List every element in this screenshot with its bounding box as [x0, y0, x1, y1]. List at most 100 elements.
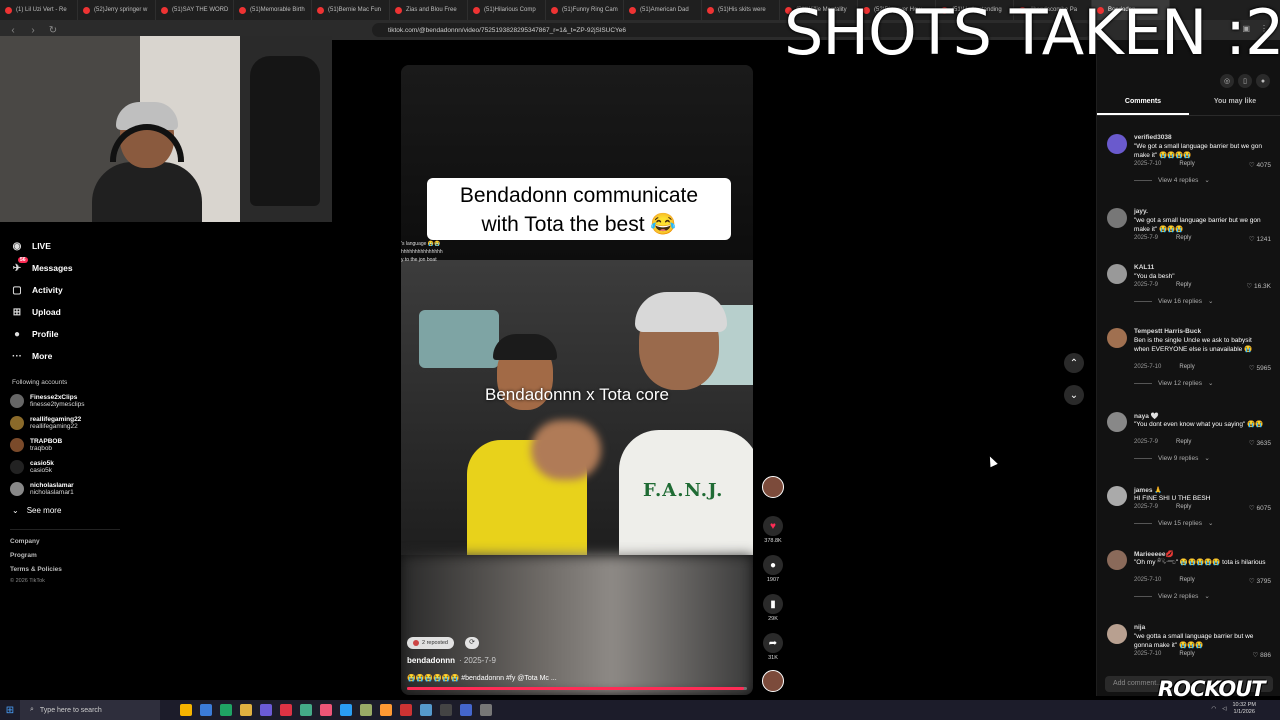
avatar[interactable] — [1107, 264, 1127, 284]
following-account[interactable]: casio5k casio5k — [10, 460, 54, 474]
comment-username[interactable]: james 🙏 — [1134, 486, 1162, 494]
reposted-badge[interactable]: 2 reposted — [407, 637, 454, 649]
browser-tab[interactable]: (51)Funny Ring Cam — [546, 0, 624, 20]
app-icon[interactable] — [200, 704, 212, 716]
comment-username[interactable]: nija — [1134, 624, 1145, 631]
following-account[interactable]: reallifegaming22 reallifegaming22 — [10, 416, 81, 430]
sidebar-item-live[interactable]: ◉ LIVE — [10, 238, 51, 254]
app-icon[interactable] — [280, 704, 292, 716]
compass-icon[interactable]: ◎ — [1220, 74, 1234, 88]
comment-like-button[interactable]: ♡ 3635 — [1249, 439, 1271, 447]
app-icon[interactable] — [240, 704, 252, 716]
volume-icon[interactable]: ◁ — [1222, 706, 1226, 712]
app-icon[interactable] — [360, 704, 372, 716]
avatar[interactable] — [1107, 412, 1127, 432]
view-replies-button[interactable]: View 4 replies ⌄ — [1134, 176, 1210, 184]
browser-tab[interactable]: (1) Lil Uzi Vert - Re — [0, 0, 78, 20]
avatar[interactable] — [1107, 208, 1127, 228]
back-icon[interactable]: ‹ — [6, 23, 20, 37]
app-icon[interactable] — [180, 704, 192, 716]
browser-tab[interactable]: (51)His skits were — [702, 0, 780, 20]
comment-username[interactable]: Tempestt Harris-Buck — [1134, 328, 1201, 335]
reply-button[interactable]: Reply — [1179, 364, 1194, 370]
comment-like-button[interactable]: ♡ 886 — [1253, 651, 1272, 659]
browser-tab[interactable]: (51)Bernie Mac Fun — [312, 0, 390, 20]
repost-icon[interactable]: ⟳ — [465, 637, 479, 649]
comment-like-button[interactable]: ♡ 3795 — [1249, 577, 1271, 585]
sidebar-item-activity[interactable]: ▢ Activity — [10, 282, 62, 298]
profile-avatar-icon[interactable]: ● — [1256, 74, 1270, 88]
comment-username[interactable]: Marieeeee💋 — [1134, 550, 1174, 558]
app-icon[interactable] — [260, 704, 272, 716]
comment-like-button[interactable]: ♡ 6075 — [1249, 504, 1271, 512]
like-button[interactable]: ♥ 378.8K — [760, 516, 786, 544]
app-icon[interactable] — [380, 704, 392, 716]
share-button[interactable]: ➦ 31K — [760, 633, 786, 661]
sidebar-item-upload[interactable]: ⊞ Upload — [10, 304, 61, 320]
comment-username[interactable]: verified3038 — [1134, 134, 1172, 141]
reply-button[interactable]: Reply — [1179, 161, 1194, 167]
reply-button[interactable]: Reply — [1176, 439, 1191, 445]
browser-tab[interactable]: Zias and Blou Free — [390, 0, 468, 20]
video-player[interactable]: F.A.N.J. 's language 😭😭 hhhhhhhhhhhhhhh … — [401, 65, 753, 695]
footer-link-program[interactable]: Program — [10, 552, 37, 559]
browser-tab[interactable]: (51)SAY THE WORD — [156, 0, 234, 20]
browser-tab[interactable]: (51)American Dad — [624, 0, 702, 20]
browser-tab[interactable]: (51)Hilarious Comp — [468, 0, 546, 20]
creator-avatar-button[interactable] — [760, 476, 786, 498]
following-account[interactable]: Finesse2xClips finesse2tymesclips — [10, 394, 85, 408]
device-icon[interactable]: ▯ — [1238, 74, 1252, 88]
wifi-icon[interactable]: ◠ — [1211, 706, 1216, 712]
reply-button[interactable]: Reply — [1179, 651, 1194, 657]
avatar[interactable] — [1107, 550, 1127, 570]
app-icon[interactable] — [340, 704, 352, 716]
app-icon[interactable] — [460, 704, 472, 716]
footer-link-terms[interactable]: Terms & Policies — [10, 566, 62, 573]
sidebar-item-more[interactable]: ··· More — [10, 348, 52, 364]
taskbar-search[interactable]: ⌕ Type here to search — [20, 700, 160, 720]
previous-video-button[interactable]: ⌃ — [1064, 353, 1084, 373]
view-replies-button[interactable]: View 16 replies ⌄ — [1134, 297, 1213, 305]
app-icon[interactable] — [220, 704, 232, 716]
comment-like-button[interactable]: ♡ 1241 — [1249, 235, 1271, 243]
comment-username[interactable]: naya 🤍 — [1134, 412, 1159, 420]
app-icon[interactable] — [320, 704, 332, 716]
sidebar-item-messages[interactable]: ✈ 56 Messages — [10, 257, 73, 276]
system-clock[interactable]: 10:32 PM 1/1/2026 — [1232, 702, 1256, 716]
view-replies-button[interactable]: View 12 replies ⌄ — [1134, 379, 1213, 387]
avatar[interactable] — [1107, 134, 1127, 154]
video-progress-bar[interactable] — [407, 687, 747, 690]
comment-button[interactable]: ● 1907 — [760, 555, 786, 583]
tab-you-may-like[interactable]: You may like — [1189, 98, 1280, 115]
view-replies-button[interactable]: View 2 replies ⌄ — [1134, 592, 1210, 600]
app-icon[interactable] — [440, 704, 452, 716]
see-more-button[interactable]: ⌄ See more — [12, 506, 61, 515]
reply-button[interactable]: Reply — [1176, 504, 1191, 510]
reload-icon[interactable]: ↻ — [46, 23, 60, 37]
reply-button[interactable]: Reply — [1179, 577, 1194, 583]
following-account[interactable]: TRAPBOB traqbob — [10, 438, 62, 452]
browser-tab[interactable]: (51)Memorable Birth — [234, 0, 312, 20]
forward-icon[interactable]: › — [26, 23, 40, 37]
view-replies-button[interactable]: View 15 replies ⌄ — [1134, 519, 1213, 527]
avatar[interactable] — [1107, 328, 1127, 348]
music-disc-button[interactable] — [760, 670, 786, 692]
comment-like-button[interactable]: ♡ 5965 — [1249, 364, 1271, 372]
avatar[interactable] — [1107, 624, 1127, 644]
browser-tab[interactable]: (52)Jerry springer w — [78, 0, 156, 20]
app-icon[interactable] — [400, 704, 412, 716]
save-button[interactable]: ▮ 29K — [760, 594, 786, 622]
app-icon[interactable] — [420, 704, 432, 716]
sidebar-item-profile[interactable]: ● Profile — [10, 326, 58, 342]
next-video-button[interactable]: ⌄ — [1064, 385, 1084, 405]
windows-start-icon[interactable]: ⊞ — [0, 700, 20, 720]
app-icon[interactable] — [480, 704, 492, 716]
footer-link-company[interactable]: Company — [10, 538, 40, 545]
following-account[interactable]: nicholaslamar nicholaslamar1 — [10, 482, 74, 496]
tab-comments[interactable]: Comments — [1097, 98, 1189, 115]
comment-like-button[interactable]: ♡ 4075 — [1249, 161, 1271, 169]
reply-button[interactable]: Reply — [1176, 282, 1191, 288]
avatar[interactable] — [1107, 486, 1127, 506]
view-replies-button[interactable]: View 9 replies ⌄ — [1134, 454, 1210, 462]
comment-like-button[interactable]: ♡ 16.3K — [1246, 282, 1271, 290]
